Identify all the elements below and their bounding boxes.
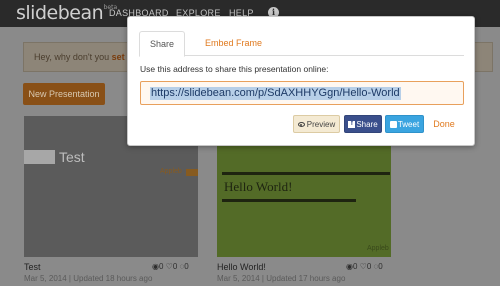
thumb-title: Hello World! [224,179,293,194]
thumb-rule-top [222,172,390,175]
notice-text: Hey, why don't you set a [34,52,133,62]
tab-embed-frame[interactable]: Embed Frame [195,31,272,57]
thumb-tag: Appleb [160,168,182,175]
eye-icon [297,122,305,128]
card-date: Mar 5, 2014 | Updated 17 hours ago [217,274,346,283]
facebook-icon: f [348,121,356,129]
card-title[interactable]: Hello World! [217,262,266,272]
preview-button[interactable]: Preview [293,115,340,133]
card-stats: ◉0 ♡0 ◌0 [152,262,189,271]
new-presentation-button[interactable]: New Presentation [23,83,105,105]
tab-share[interactable]: Share [139,31,186,57]
card-date: Mar 5, 2014 | Updated 18 hours ago [24,274,153,283]
tweet-button[interactable]: Tweet [385,115,424,133]
share-url-field[interactable]: https://slidebean.com/p/SdAXHHYGgn/Hello… [140,81,464,105]
share-modal: Share Embed Frame Use this address to sh… [127,16,475,146]
thumb-tag-bar [186,169,198,176]
share-description: Use this address to share this presentat… [140,64,329,74]
card-title[interactable]: Test [24,262,41,272]
thumb-title: Test [59,149,85,165]
thumb-rule-bottom [222,199,356,202]
thumb-accent-bar [24,150,55,164]
card-stats: ◉0 ♡0 ◌0 [346,262,383,271]
facebook-share-button[interactable]: f Share [344,115,382,133]
modal-tabs: Share Embed Frame [139,31,464,57]
done-button[interactable]: Done [431,115,457,133]
logo[interactable]: slidebean beta [16,2,117,24]
logo-text: slidebean [16,2,104,24]
twitter-icon [389,121,397,129]
thumb-tag: Appleb [367,245,389,252]
share-url-text[interactable]: https://slidebean.com/p/SdAXHHYGgn/Hello… [150,87,401,100]
